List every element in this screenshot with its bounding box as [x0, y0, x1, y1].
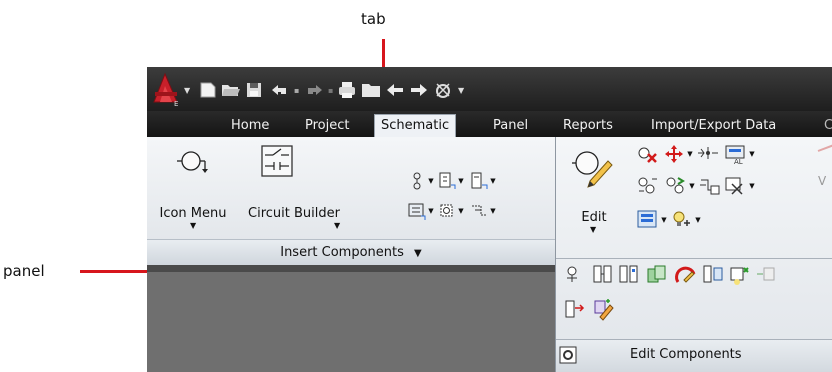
insert-connector-dropdown-icon[interactable]: ▼ — [457, 202, 465, 220]
edit-components-panel: Edit ▼ ▼ AL ▼ ▼ ▼ ▼ ▼ V Edit Components — [555, 137, 832, 372]
edit-jumper-icon[interactable] — [592, 299, 616, 321]
edit-components-panel-title: Edit Components — [630, 347, 742, 362]
icon-menu-icon[interactable] — [173, 141, 213, 181]
edit-attribute-dropdown-icon[interactable]: ▼ — [748, 177, 756, 195]
circuit-builder-label[interactable]: Circuit Builder — [235, 206, 353, 221]
move-component-dropdown-icon[interactable]: ▼ — [686, 145, 694, 163]
edit-dropdown-icon[interactable]: ▼ — [590, 225, 596, 234]
insert-connector-icon[interactable] — [437, 201, 457, 221]
toggle-no-nc-dropdown-icon[interactable]: ▼ — [694, 211, 702, 229]
insert-splice-dropdown-icon[interactable]: ▼ — [489, 202, 497, 220]
undo-icon[interactable] — [269, 82, 291, 98]
undo-dropdown-icon[interactable]: ▪ — [294, 86, 299, 95]
tab-import-export-data[interactable]: Import/Export Data — [651, 116, 776, 136]
align-icon[interactable]: AL — [724, 143, 748, 165]
redo-dropdown-icon[interactable]: ▪ — [328, 86, 333, 95]
copy-installation-code-icon[interactable] — [592, 264, 616, 286]
open-icon[interactable] — [221, 81, 241, 99]
insert-splice-icon[interactable] — [469, 201, 489, 221]
tab-project[interactable]: Project — [305, 116, 349, 136]
new-icon[interactable] — [199, 81, 217, 99]
copy-location-code-icon[interactable] — [618, 264, 642, 286]
edit-components-title-bar[interactable]: Edit Components — [556, 340, 832, 372]
scoot-icon[interactable] — [696, 143, 720, 165]
insert-wire-dropdown-icon[interactable]: ▼ — [457, 172, 465, 190]
tab-home[interactable]: Home — [231, 116, 269, 136]
faded-tool-icon[interactable] — [754, 264, 778, 286]
align-dropdown-icon[interactable]: ▼ — [748, 145, 756, 163]
edit-catalog-icon[interactable] — [674, 264, 698, 286]
insert-components-title-text: Insert Components — [280, 245, 404, 260]
toggle-no-nc-icon[interactable] — [670, 209, 694, 231]
workspace-icon[interactable] — [433, 80, 455, 100]
save-icon[interactable] — [245, 81, 263, 99]
tab-reports[interactable]: Reports — [563, 116, 613, 136]
ribbon-tab-bar: Home Project Schematic Panel Reports Imp… — [147, 111, 832, 138]
swap-component-dropdown-icon[interactable]: ▼ — [688, 177, 696, 195]
fix-icon[interactable] — [698, 175, 722, 197]
swap-component-icon[interactable] — [664, 175, 688, 197]
retag-components-icon[interactable] — [564, 264, 588, 286]
folder-icon[interactable] — [361, 81, 381, 99]
application-window: E ▼ ▪ ▪ ▼ Home Project Schematic Panel R… — [147, 67, 832, 372]
insert-ladder-dropdown-icon[interactable]: ▼ — [489, 172, 497, 190]
circuit-builder-icon[interactable] — [257, 141, 297, 181]
edit-panel-row-divider — [556, 258, 832, 259]
print-icon[interactable] — [337, 81, 357, 99]
insert-components-expand-icon[interactable]: ▼ — [414, 248, 422, 259]
panel-callout-label: panel — [3, 262, 45, 280]
pin-panel-icon[interactable] — [559, 346, 577, 364]
show-wires-icon[interactable] — [702, 264, 726, 286]
toggle-wire-numbers-icon[interactable] — [728, 264, 752, 286]
wire-number-dropdown-icon[interactable]: ▼ — [427, 172, 435, 190]
insert-terminal-icon[interactable] — [407, 201, 427, 221]
svg-text:AL: AL — [734, 158, 743, 165]
insert-terminal-dropdown-icon[interactable]: ▼ — [427, 202, 435, 220]
insert-wire-icon[interactable] — [437, 171, 457, 191]
tab-schematic[interactable]: Schematic — [374, 114, 457, 138]
insert-components-title-bar[interactable]: Insert Components ▼ — [147, 239, 555, 266]
copy-component-icon[interactable] — [636, 175, 660, 197]
move-component-icon[interactable] — [662, 143, 686, 165]
icon-menu-label[interactable]: Icon Menu — [157, 206, 229, 221]
quick-access-toolbar: E ▼ ▪ ▪ ▼ — [147, 67, 832, 111]
edit-label[interactable]: Edit — [574, 210, 614, 225]
retag-icon[interactable] — [636, 209, 660, 231]
circuit-builder-dropdown-icon[interactable]: ▼ — [334, 221, 340, 230]
tab-panel[interactable]: Panel — [493, 116, 528, 136]
tab-callout-label: tab — [361, 10, 386, 28]
delete-component-icon[interactable] — [636, 143, 660, 165]
back-arrow-icon[interactable] — [385, 81, 405, 99]
drawing-area — [147, 265, 555, 372]
insert-components-panel: Icon Menu ▼ Circuit Builder ▼ ▼ ▼ ▼ ▼ ▼ … — [147, 137, 555, 266]
redo-icon[interactable] — [303, 82, 325, 98]
copy-catalog-assignment-icon[interactable] — [646, 264, 670, 286]
application-menu-dropdown-icon[interactable]: ▼ — [184, 86, 190, 95]
wire-number-icon[interactable] — [407, 171, 427, 191]
edit-attribute-icon[interactable] — [724, 175, 748, 197]
application-menu-button[interactable]: E — [151, 72, 181, 108]
application-menu-badge: E — [174, 100, 179, 108]
tab-overflow[interactable]: C — [824, 116, 832, 136]
insert-ladder-icon[interactable] — [469, 171, 489, 191]
retag-dropdown-icon[interactable]: ▼ — [660, 211, 668, 229]
qat-dropdown-icon[interactable]: ▼ — [458, 86, 464, 95]
edit-icon[interactable] — [570, 145, 614, 189]
drawing-area-divider — [147, 265, 555, 272]
svg-text:V: V — [818, 174, 827, 188]
cropped-tool-icon[interactable]: V — [808, 143, 832, 193]
insert-components-panel-title[interactable]: Insert Components ▼ — [147, 240, 555, 266]
insert-jumper-icon[interactable] — [564, 299, 588, 321]
icon-menu-dropdown-icon[interactable]: ▼ — [190, 221, 196, 230]
forward-arrow-icon[interactable] — [409, 81, 429, 99]
